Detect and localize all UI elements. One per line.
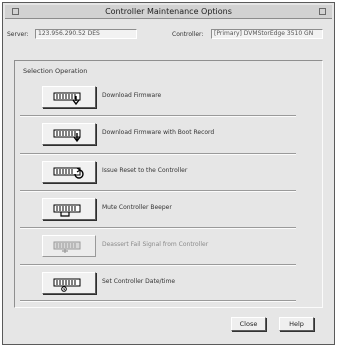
mute-beeper-button[interactable] [42,198,96,220]
deassert-fail-icon [53,241,81,253]
deassert-fail-label: Deassert Fail Signal from Controller [102,241,209,248]
operation-row-reset-controller: Issue Reset to the Controller [20,155,318,187]
mute-beeper-label: Mute Controller Beeper [102,204,172,211]
server-label: Server: [7,31,29,38]
set-datetime-button[interactable] [42,272,96,294]
download-firmware-boot-label: Download Firmware with Boot Record [102,129,215,136]
window-title: Controller Maintenance Options [105,7,232,16]
download-firmware-boot-button[interactable] [42,123,96,145]
set-datetime-icon [53,278,81,292]
operation-row-download-firmware: Download Firmware [20,80,318,112]
mute-beeper-icon [53,204,81,217]
reset-controller-label: Issue Reset to the Controller [102,167,188,174]
reset-controller-icon [53,167,84,179]
set-datetime-label: Set Controller Date/time [102,278,176,285]
download-firmware-button[interactable] [42,86,96,108]
selection-operation-label: Selection Operation [23,67,88,75]
operation-row-set-datetime: Set Controller Date/time [20,266,318,298]
download-firmware-label: Download Firmware [102,92,162,99]
reset-controller-button[interactable] [42,161,96,183]
operation-row-download-firmware-boot: Download Firmware with Boot Record [20,117,318,149]
download-firmware-icon [53,92,81,106]
operation-separator [20,300,296,302]
title-bar[interactable]: Controller Maintenance Options [5,5,332,19]
controller-field: [Primary] DVMStorEdge 3510 GN [211,29,323,39]
close-button[interactable]: Close [231,317,266,331]
controller-label: Controller: [172,31,204,38]
operation-row-deassert-fail: Deassert Fail Signal from Controller [20,229,318,261]
operation-row-mute-beeper: Mute Controller Beeper [20,192,318,224]
deassert-fail-button[interactable] [42,235,96,257]
server-field: 123.956.290.52 DES [35,29,137,39]
help-button[interactable]: Help [279,317,314,331]
window-maximize-button[interactable] [319,8,326,15]
download-firmware-boot-icon [53,129,81,143]
